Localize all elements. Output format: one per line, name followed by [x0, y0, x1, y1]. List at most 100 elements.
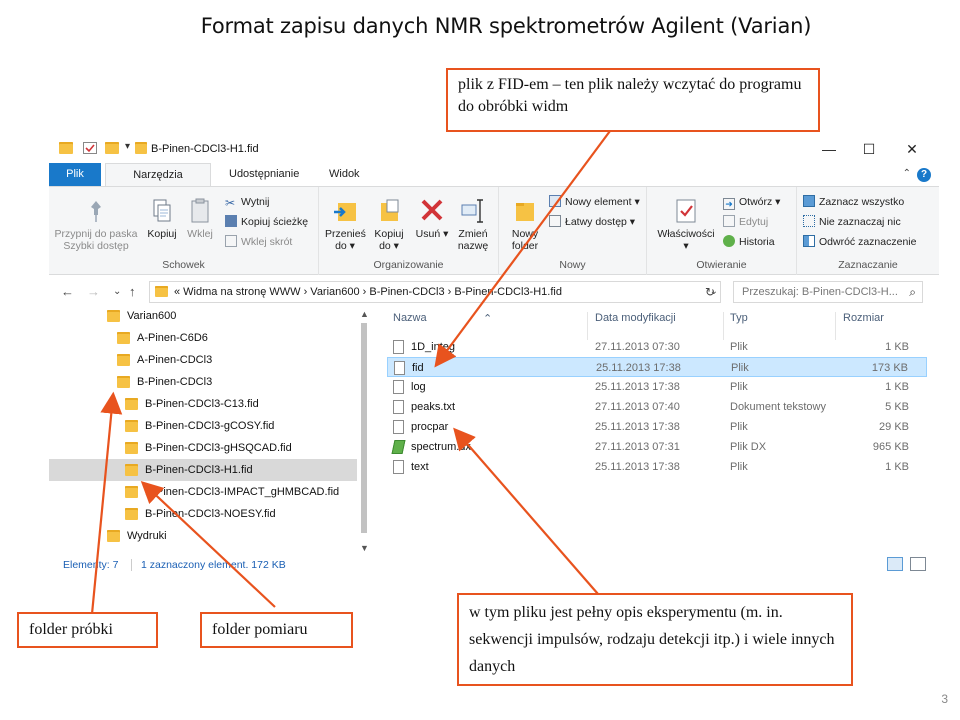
file-row[interactable]: log 25.11.2013 17:38 Plik 1 KB [387, 377, 927, 397]
select-none-button[interactable]: Nie zaznaczaj nic [803, 213, 901, 231]
properties-label: Właściwości ▾ [657, 228, 715, 252]
tree-item[interactable]: B-Pinen-CDCl3 [49, 371, 357, 393]
file-name: procpar [411, 421, 449, 433]
pin-quick-access-button[interactable]: Przypnij do paska Szybki dostęp [53, 197, 139, 252]
rename-button[interactable]: Zmień nazwę [453, 197, 493, 252]
history-icon [723, 235, 735, 247]
qat-dropdown-icon[interactable]: ▾ [125, 141, 130, 152]
edit-button[interactable]: Edytuj [723, 213, 768, 231]
select-none-label: Nie zaznaczaj nic [819, 216, 901, 228]
file-date: 27.11.2013 07:31 [595, 441, 680, 453]
file-icon [393, 420, 404, 434]
properties-icon[interactable] [83, 142, 97, 154]
folder-icon [59, 142, 73, 154]
copy-icon [149, 197, 175, 225]
forward-arrow-icon[interactable]: → [87, 284, 100, 299]
folder-icon [117, 332, 130, 344]
paste-icon [187, 197, 213, 225]
tree-item[interactable]: B-Pinen-CDCl3-gCOSY.fid [49, 415, 357, 437]
minimize-button[interactable]: — [817, 139, 841, 159]
scroll-up-icon[interactable]: ▲ [360, 309, 369, 319]
recent-locations-icon[interactable]: ⌄ [113, 286, 121, 297]
back-arrow-icon[interactable]: ← [61, 284, 74, 299]
details-view-icon[interactable] [887, 557, 903, 571]
paste-shortcut-button[interactable]: Wklej skrót [225, 233, 292, 251]
tree-item[interactable]: B-Pinen-CDCl3-C13.fid [49, 393, 357, 415]
column-divider[interactable] [723, 312, 724, 340]
column-divider[interactable] [835, 312, 836, 340]
ribbon: Przypnij do paska Szybki dostęp Kopiuj W… [49, 186, 939, 275]
close-button[interactable]: ✕ [900, 139, 924, 159]
tab-file[interactable]: Plik [49, 163, 101, 186]
search-placeholder: Przeszukaj: B-Pinen-CDCl3-H... [742, 286, 898, 298]
tree-item[interactable]: B-Pinen-CDCl3-H1.fid [49, 459, 357, 481]
scroll-down-icon[interactable]: ▼ [360, 543, 369, 553]
new-folder-icon[interactable] [105, 142, 119, 154]
open-button[interactable]: ➜ Otwórz ▾ [723, 193, 780, 211]
tab-home[interactable]: Narzędzia główne [105, 163, 211, 204]
select-all-button[interactable]: Zaznacz wszystko [803, 193, 904, 211]
callout-sample-folder: folder próbki [17, 612, 158, 648]
file-row[interactable]: procpar 25.11.2013 17:38 Plik 29 KB [387, 417, 927, 437]
tab-share[interactable]: Udostępnianie [219, 163, 309, 186]
tree-item[interactable]: B-Pinen-CDCl3-NOESY.fid [49, 503, 357, 525]
group-clipboard-label: Schowek [162, 259, 205, 271]
file-row[interactable]: fid 25.11.2013 17:38 Plik 173 KB [387, 357, 927, 377]
paste-label: Wklej [187, 228, 213, 240]
maximize-button[interactable]: ☐ [857, 139, 881, 159]
history-button[interactable]: Historia [723, 233, 775, 251]
invert-selection-button[interactable]: Odwróć zaznaczenie [803, 233, 916, 251]
file-type: Plik [730, 381, 748, 393]
column-name[interactable]: Nazwa [393, 312, 427, 324]
tree-scrollbar[interactable]: ▲ ▼ [357, 305, 371, 555]
tree-item[interactable]: A-Pinen-C6D6 [49, 327, 357, 349]
file-size: 1 KB [885, 381, 909, 393]
file-row[interactable]: peaks.txt 27.11.2013 07:40 Dokument teksto… [387, 397, 927, 417]
search-icon: ⌕ [909, 285, 916, 299]
copy-button[interactable]: Kopiuj [145, 197, 179, 240]
file-size: 5 KB [885, 401, 909, 413]
explorer-window: ▾ B-Pinen-CDCl3-H1.fid — ☐ ✕ Plik Narzęd… [49, 135, 939, 580]
easy-access-button[interactable]: Łatwy dostęp ▾ [549, 213, 635, 231]
copy-path-button[interactable]: Kopiuj ścieżkę [225, 213, 308, 231]
tree-item[interactable]: Wydruki [49, 525, 357, 547]
properties-button[interactable]: Właściwości ▾ [655, 197, 717, 252]
search-input[interactable]: Przeszukaj: B-Pinen-CDCl3-H... ⌕ [733, 281, 923, 303]
group-open: Właściwości ▾ ➜ Otwórz ▾ Edytuj Historia … [647, 187, 797, 275]
help-icon[interactable]: ? [917, 168, 931, 182]
collapse-ribbon-icon[interactable]: ⌃ [903, 168, 911, 179]
tree-item[interactable]: A-Pinen-CDCl3 [49, 349, 357, 371]
address-bar[interactable]: « Widma na stronę WWW › Varian600 › B-Pi… [149, 281, 721, 303]
tree-item[interactable]: Varian600 [49, 305, 357, 327]
copy-to-button[interactable]: Kopiuj do ▾ [369, 197, 409, 252]
cut-button[interactable]: ✂ Wytnij [225, 193, 270, 211]
move-to-button[interactable]: Przenieś do ▾ [325, 197, 366, 252]
refresh-icon[interactable]: ↻ [705, 285, 715, 299]
column-size[interactable]: Rozmiar [843, 312, 884, 324]
column-type[interactable]: Typ [730, 312, 748, 324]
selection-info: 1 zaznaczony element. 172 KB [141, 559, 286, 571]
paste-button[interactable]: Wklej [183, 197, 217, 240]
column-divider[interactable] [587, 312, 588, 340]
easy-access-icon [549, 215, 561, 227]
cut-label: Wytnij [241, 196, 270, 208]
tree-item[interactable]: B-Pinen-CDCl3-gHSQCAD.fid [49, 437, 357, 459]
up-arrow-icon[interactable]: ↑ [129, 284, 136, 299]
tree-item[interactable]: B-Pinen-CDCl3-IMPACT_gHMBCAD.fid [49, 481, 357, 503]
large-icons-view-icon[interactable] [909, 557, 926, 571]
delete-button[interactable]: Usuń ▾ [415, 197, 449, 240]
tree-item-label: B-Pinen-CDCl3 [137, 376, 213, 388]
ribbon-tabs: Plik Narzędzia główne Udostępnianie Wido… [49, 163, 939, 204]
new-item-button[interactable]: Nowy element ▾ [549, 193, 640, 211]
column-date[interactable]: Data modyfikacji [595, 312, 676, 324]
file-row[interactable]: text 25.11.2013 17:38 Plik 1 KB [387, 457, 927, 477]
file-row[interactable]: spectrum.dx 27.11.2013 07:31 Plik DX 965 KB [387, 437, 927, 457]
file-row[interactable]: 1D_integ 27.11.2013 07:30 Plik 1 KB [387, 337, 927, 357]
file-icon [393, 380, 404, 394]
tab-view[interactable]: Widok [319, 163, 370, 186]
title-bar: ▾ B-Pinen-CDCl3-H1.fid — ☐ ✕ [49, 135, 939, 163]
scrollbar-thumb[interactable] [361, 323, 367, 533]
tree-item-label: Wydruki [127, 530, 167, 542]
new-folder-button[interactable]: Nowy folder [505, 197, 545, 252]
file-name: text [411, 461, 429, 473]
